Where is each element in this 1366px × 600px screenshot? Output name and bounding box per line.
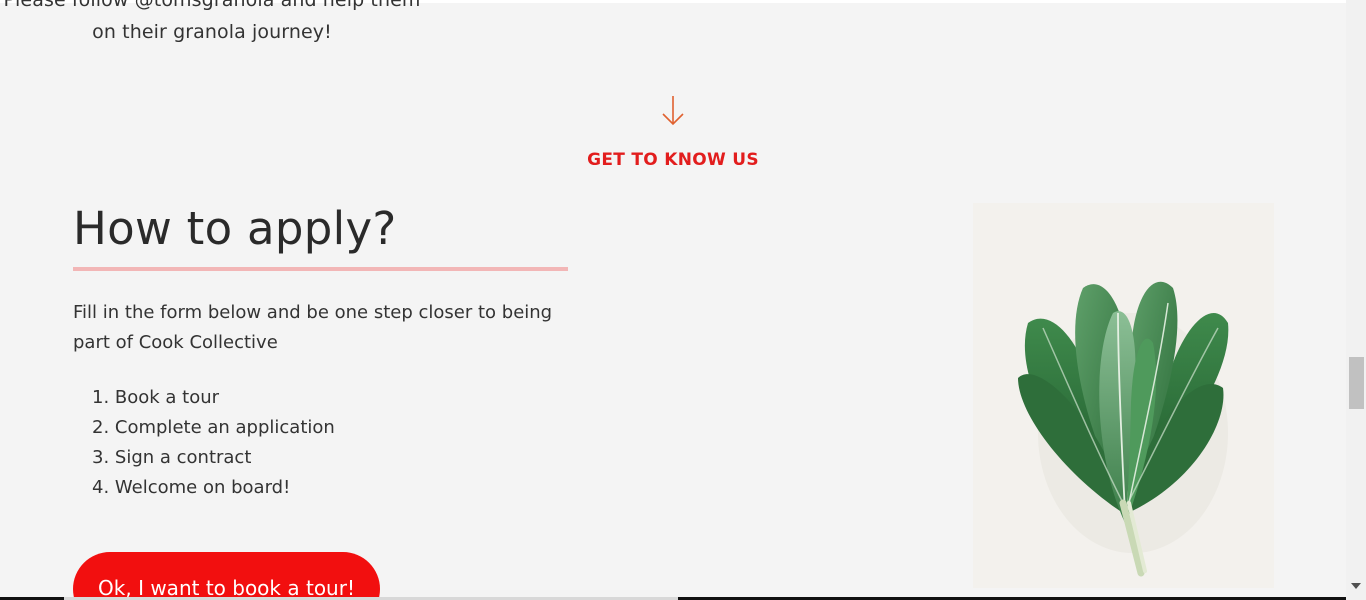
scroll-down-arrow-icon[interactable]	[1351, 582, 1361, 590]
follow-message-line-2: on their granola journey!	[92, 21, 332, 43]
follow-message: Please follow @tomsgranola and help them…	[0, 0, 424, 48]
scrollbar-thumb[interactable]	[1349, 357, 1364, 409]
step-item-book-tour: 1. Book a tour	[92, 387, 220, 408]
get-to-know-us-link[interactable]: GET TO KNOW US	[560, 150, 786, 170]
book-tour-button[interactable]: Ok, I want to book a tour!	[73, 552, 380, 600]
arrow-down-icon[interactable]	[660, 94, 686, 128]
page-title: How to apply?	[73, 202, 397, 255]
kale-leaves-image	[973, 203, 1274, 588]
page: Please follow @tomsgranola and help them…	[0, 0, 1366, 600]
step-item-welcome: 4. Welcome on board!	[92, 477, 291, 498]
steps-list: 1. Book a tour 2. Complete an applicatio…	[73, 383, 335, 503]
title-underline	[73, 267, 568, 271]
follow-message-line-1: Please follow @tomsgranola and help them	[3, 0, 421, 11]
vertical-scrollbar[interactable]	[1346, 0, 1366, 600]
kale-illustration	[1018, 281, 1229, 577]
step-item-contract: 3. Sign a contract	[92, 447, 252, 468]
step-item-application: 2. Complete an application	[92, 417, 335, 438]
intro-text: Fill in the form below and be one step c…	[73, 302, 553, 353]
